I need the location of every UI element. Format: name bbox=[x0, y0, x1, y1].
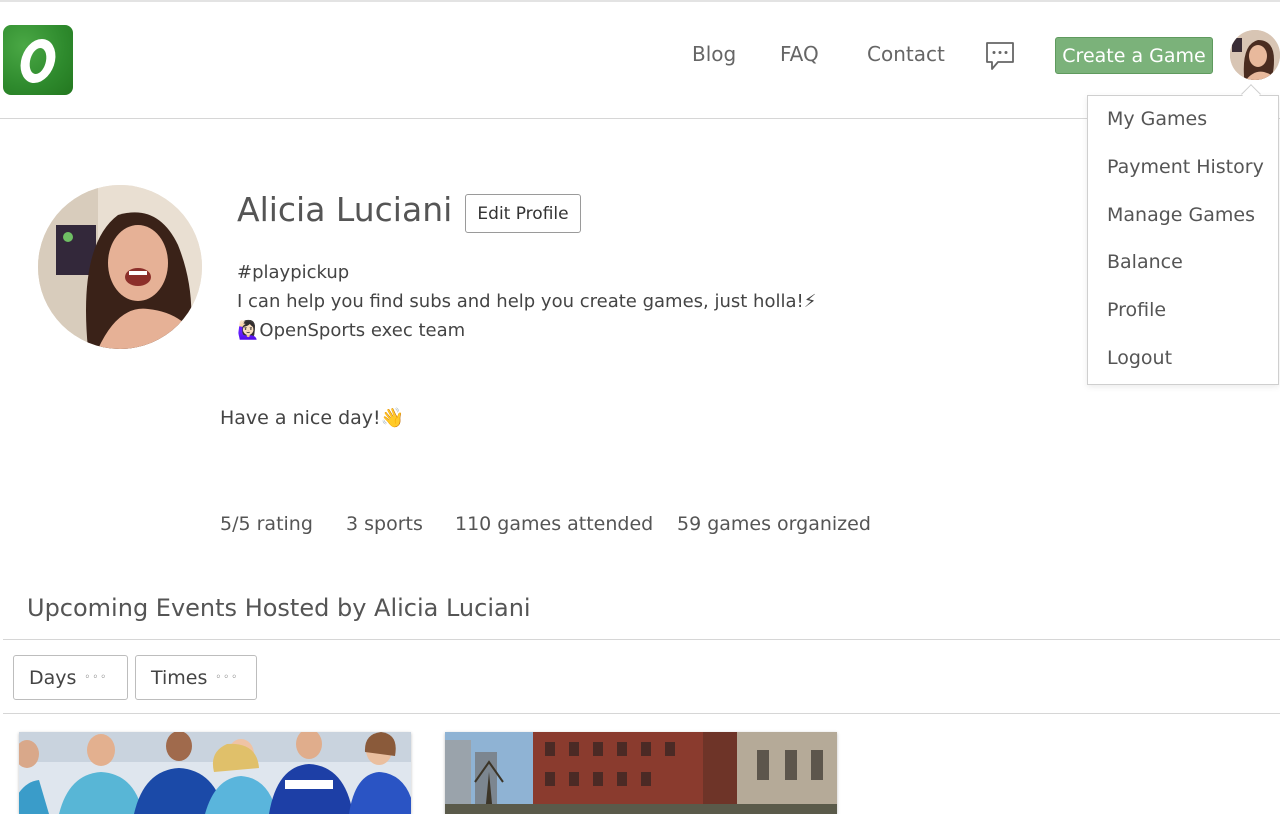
nav-blog-link[interactable]: Blog bbox=[692, 42, 736, 66]
profile-avatar bbox=[38, 185, 202, 349]
stat-games-organized: 59 games organized bbox=[677, 513, 871, 535]
profile-photo-icon bbox=[38, 185, 202, 349]
menu-item-manage-games[interactable]: Manage Games bbox=[1107, 204, 1255, 226]
campus-photo-image bbox=[445, 732, 837, 814]
user-avatar[interactable] bbox=[1230, 30, 1280, 80]
event-card[interactable] bbox=[445, 732, 837, 814]
divider bbox=[3, 639, 1280, 640]
bio-line-team: 🙋🏻‍♀️OpenSports exec team bbox=[237, 320, 466, 341]
opensports-logo[interactable] bbox=[3, 25, 73, 95]
divider bbox=[3, 713, 1280, 714]
menu-item-profile[interactable]: Profile bbox=[1107, 299, 1166, 321]
nav-contact-link[interactable]: Contact bbox=[867, 42, 945, 66]
profile-greeting: Have a nice day!👋 bbox=[220, 407, 405, 429]
logo-letter-icon bbox=[17, 39, 59, 83]
more-dots-icon: ◦◦◦ bbox=[84, 672, 109, 683]
chat-bubble-icon[interactable] bbox=[985, 41, 1015, 71]
avatar-photo-icon bbox=[1230, 30, 1280, 80]
profile-name: Alicia Luciani bbox=[237, 190, 453, 229]
times-filter-label: Times bbox=[151, 666, 208, 689]
edit-profile-button[interactable]: Edit Profile bbox=[465, 194, 581, 233]
stat-rating: 5/5 rating bbox=[220, 513, 313, 535]
more-dots-icon: ◦◦◦ bbox=[215, 672, 240, 683]
bio-line-hashtag: #playpickup bbox=[237, 262, 350, 283]
times-filter-button[interactable]: Times ◦◦◦ bbox=[135, 655, 257, 700]
bio-line-help: I can help you find subs and help you cr… bbox=[237, 291, 817, 312]
menu-item-my-games[interactable]: My Games bbox=[1107, 108, 1207, 130]
menu-item-balance[interactable]: Balance bbox=[1107, 251, 1183, 273]
events-section-title: Upcoming Events Hosted by Alicia Luciani bbox=[27, 594, 531, 622]
menu-item-logout[interactable]: Logout bbox=[1107, 347, 1172, 369]
account-dropdown-menu: My Games Payment History Manage Games Ba… bbox=[1087, 95, 1279, 385]
create-game-button[interactable]: Create a Game bbox=[1055, 37, 1213, 74]
days-filter-button[interactable]: Days ◦◦◦ bbox=[13, 655, 128, 700]
event-card[interactable] bbox=[19, 732, 411, 814]
menu-item-payment-history[interactable]: Payment History bbox=[1107, 156, 1264, 178]
days-filter-label: Days bbox=[29, 666, 77, 689]
nav-faq-link[interactable]: FAQ bbox=[780, 42, 819, 66]
stat-sports: 3 sports bbox=[346, 513, 423, 535]
stat-games-attended: 110 games attended bbox=[455, 513, 654, 535]
team-photo-image bbox=[19, 732, 411, 814]
